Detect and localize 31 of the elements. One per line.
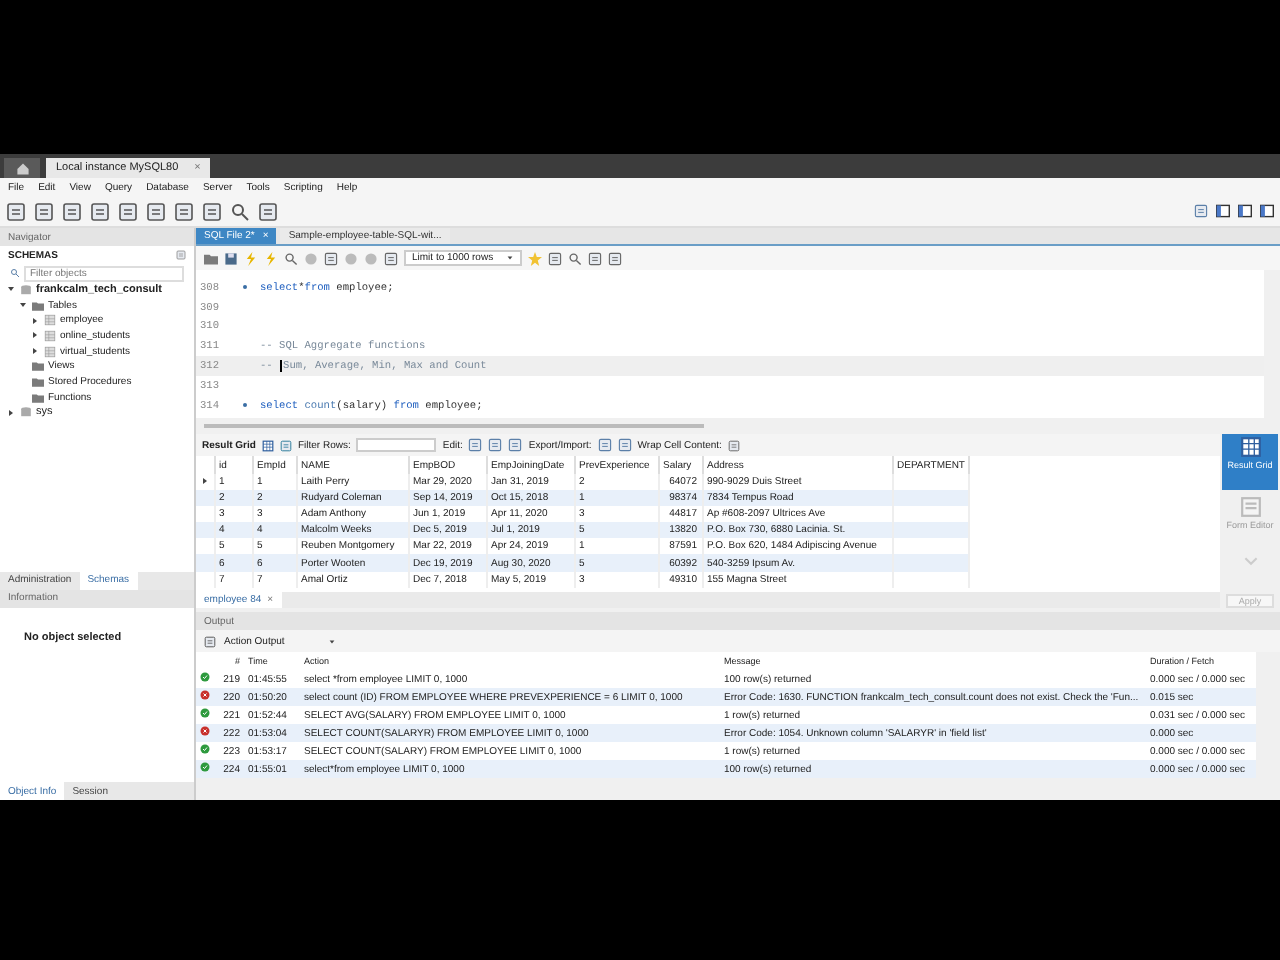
search-icon[interactable] [284,251,298,265]
table-icon [44,345,56,358]
folder-icon [32,299,44,312]
star-icon[interactable] [527,251,542,265]
caret-down-icon[interactable] [18,300,28,311]
caret-right-icon[interactable] [30,330,40,341]
search-icon [10,268,20,278]
search-icon[interactable] [230,201,250,221]
caret-right-icon[interactable] [30,346,40,357]
panel-layout-icon[interactable] [1216,204,1230,218]
panel-layout-icon[interactable] [1260,204,1274,218]
database-icon [20,283,32,296]
caret-right-icon[interactable] [30,315,40,326]
statement-dot-icon [240,400,250,411]
caret-right-icon[interactable] [6,407,16,418]
statement-dot-icon [240,282,250,293]
folder-icon[interactable] [204,251,218,265]
form-icon [1239,496,1261,518]
home-tab[interactable] [4,158,40,178]
caret-down-icon [505,254,514,262]
panel-layout-icon[interactable] [1238,204,1252,218]
save-icon[interactable] [224,251,238,265]
caret-down-icon[interactable] [6,284,16,295]
scrollbar[interactable] [204,424,704,428]
filter-input[interactable] [356,438,437,452]
caret-right-icon [200,475,210,486]
search-icon[interactable] [567,251,582,265]
grid-icon[interactable] [261,439,274,451]
chevron-down-icon [1243,554,1257,568]
grid-icon [1239,436,1261,458]
database-icon [20,406,32,419]
